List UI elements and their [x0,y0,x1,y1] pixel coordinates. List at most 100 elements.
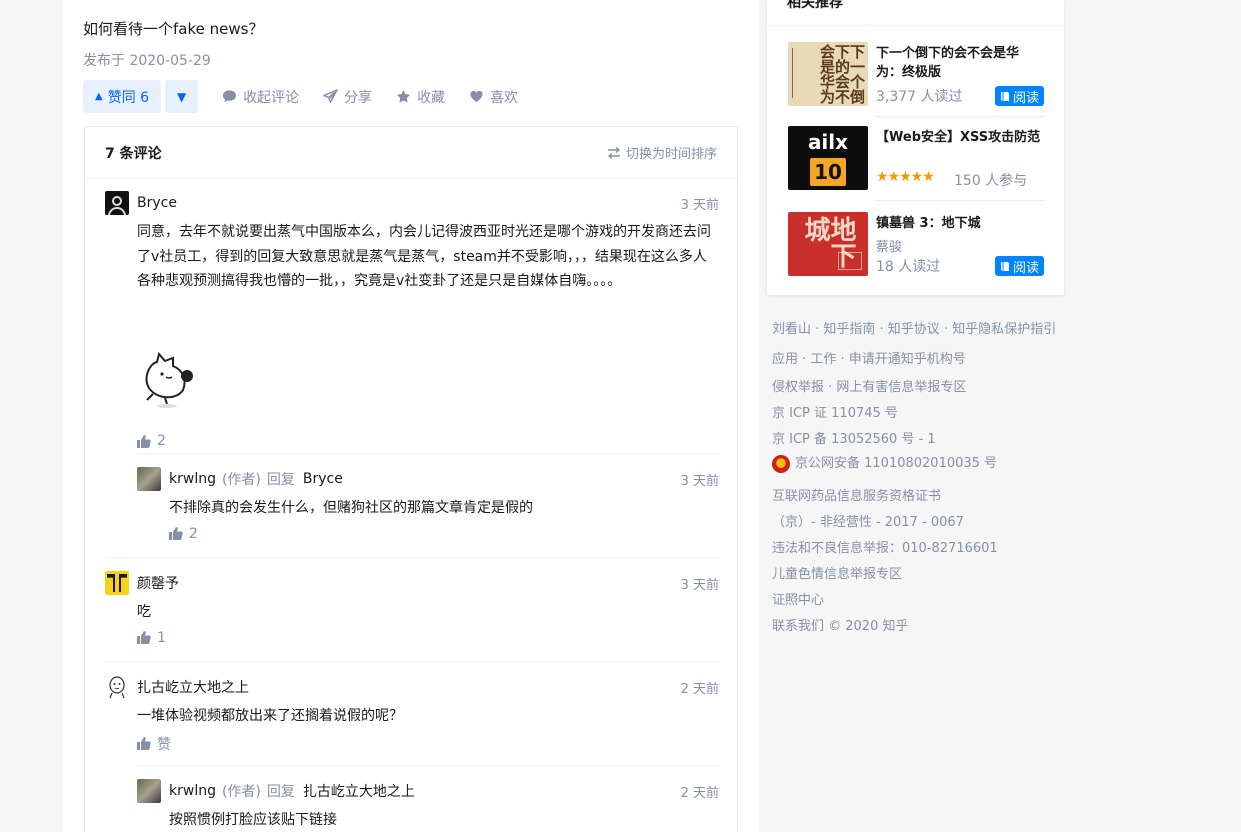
comment-text: 吃 [137,604,151,620]
heart-icon [470,90,483,103]
triangle-down-icon: ▼ [176,89,187,104]
comment-username[interactable]: krwlng [169,783,216,799]
thumbs-up-icon [137,434,151,448]
answer-panel: 如何看待一个fake news？ 发布于 2020-05-29 ▲ 赞同 6 ▼… [63,0,759,832]
cover-text: ailx [807,130,849,154]
read-count: 3,377 人读过 [876,89,963,105]
comment-reply-item: krwlng (作者) 回复 Bryce 3 天前 不排除真的会发生什么，但赌狗… [137,466,719,542]
read-button[interactable]: 阅读 [994,256,1044,276]
thumbs-up-icon [137,631,151,644]
footer-link-row[interactable]: 应用 · 工作 · 申请开通知乎机构号 [772,348,1072,367]
author-tag: (作者) [221,472,261,488]
recommendation-title[interactable]: 【Web安全】XSS攻击防范 [876,128,1044,147]
avatar[interactable] [105,675,129,699]
comment-reply-item: krwlng (作者) 回复 扎古屹立大地之上 2 天前 按照惯例打脸应该贴下链… [137,778,719,832]
like-count: 2 [157,433,166,449]
author-tag: (作者) [221,784,261,800]
publish-date: 发布于 2020-05-29 [83,53,211,69]
comment-username[interactable]: 扎古屹立大地之上 [137,677,249,697]
recommendation-item[interactable]: 地下城 镇墓兽 3：地下城 蔡骏 18 人读过 阅读 [788,212,1044,276]
thumbs-up-icon [137,737,151,750]
comment-text: 不排除真的会发生什么，但赌狗社区的那篇文章肯定是假的 [169,500,533,516]
swap-icon [607,146,621,159]
comment-like-button[interactable]: 1 [137,630,719,646]
comment-username[interactable]: Bryce [137,195,177,211]
downvote-button[interactable]: ▼ [165,80,199,113]
reply-to-user[interactable]: 扎古屹立大地之上 [303,781,415,801]
comment-time: 3 天前 [680,577,719,593]
comment-like-button[interactable]: 2 [169,526,719,542]
read-button-label: 阅读 [1012,260,1039,276]
book-icon [1000,261,1009,271]
favorite-button[interactable]: 收藏 [396,87,445,107]
footer-link[interactable]: 京 ICP 备 13052560 号 - 1 [772,428,1072,447]
avatar[interactable] [105,571,129,595]
sidebar-title: 相关推荐 [787,0,843,11]
comment-time: 3 天前 [680,197,719,213]
footer-text: 违法和不良信息举报：010-82716601 [772,541,998,556]
like-count: 2 [189,525,198,542]
comment-text: 一堆体验视频都放出来了还搁着说假的呢？ [137,708,403,724]
sort-toggle-button[interactable]: 切换为时间排序 [607,143,717,162]
footer-link[interactable]: 儿童色情信息举报专区 [772,563,1072,582]
recommendation-title[interactable]: 下一个倒下的会不会是华为：终极版 [876,44,1044,82]
comment-item: Bryce 3 天前 同意，去年不就说要出蒸气中国版本么，内会儿记得波西亚时光还… [105,190,719,449]
reply-keyword: 回复 [266,472,295,488]
comment-icon [223,90,237,103]
share-button[interactable]: 分享 [323,87,372,107]
comment-username[interactable]: 颜罄予 [137,573,179,593]
comment-text: 按照惯例打脸应该贴下链接 [169,812,337,828]
footer-link-row[interactable]: 侵权举报 · 网上有害信息举报专区 [772,376,1072,395]
comment-like-button[interactable]: 2 [137,433,166,449]
comment-time: 3 天前 [680,473,719,489]
comments-header: 7 条评论 切换为时间排序 [85,127,737,179]
comment-time: 2 天前 [680,785,719,801]
related-recommendations-card: 相关推荐 下一个倒下的会不会是华为 下一个倒下的会不会是华为：终极版 3,377… [767,0,1064,295]
like-button[interactable]: 喜欢 [469,87,518,107]
footer-police-label: 京公网安备 11010802010035 号 [795,456,998,471]
participant-count: 150 人参与 [954,173,1028,189]
avatar[interactable] [137,779,161,803]
recommendation-item[interactable]: ailx 10 【Web安全】XSS攻击防范 ★★★★★ 150 人参与 [788,126,1044,190]
like-count: 1 [157,629,166,646]
cat-sticker-image [145,351,193,408]
comment-item: 扎古屹立大地之上 2 天前 一堆体验视频都放出来了还搁着说假的呢？ 赞 [105,674,719,754]
read-button[interactable]: 阅读 [994,86,1044,106]
comment-item: 颜罄予 3 天前 吃 1 [105,570,719,646]
favorite-label: 收藏 [417,89,446,106]
comment-text: 同意，去年不就说要出蒸气中国版本么，内会儿记得波西亚时光还是哪个游戏的开发商还去… [137,224,711,289]
footer-link[interactable]: 京 ICP 证 110745 号 [772,402,1072,421]
police-badge-icon [772,454,790,473]
comments-count: 7 条评论 [105,145,162,162]
avatar[interactable] [105,191,129,215]
action-bar: ▲ 赞同 6 ▼ 收起评论 分享 收藏 喜欢 [83,80,518,113]
upvote-button[interactable]: ▲ 赞同 6 [83,80,162,113]
rating-stars: ★★★★★ [876,169,935,185]
read-count: 18 人读过 [876,259,941,275]
question-title[interactable]: 如何看待一个fake news？ [83,18,263,39]
collapse-comments-button[interactable]: 收起评论 [222,87,299,107]
footer-link-row[interactable]: 刘看山 · 知乎指南 · 知乎协议 · 知乎隐私保护指引 [772,318,1072,337]
avatar[interactable] [137,467,161,491]
comment-username[interactable]: krwlng [169,471,216,487]
book-cover-image: 下一个倒下的会不会是华为 [788,42,868,106]
read-button-label: 阅读 [1012,90,1039,106]
like-label: 赞 [157,736,171,753]
recommendation-title[interactable]: 镇墓兽 3：地下城 [876,214,1044,233]
footer-link[interactable]: 互联网药品信息服务资格证书 [772,485,1072,504]
course-cover-image: ailx 10 [788,126,868,190]
sort-toggle-label: 切换为时间排序 [625,147,717,162]
upvote-label: 赞同 6 [107,89,150,106]
footer-link[interactable]: 证照中心 [772,589,1072,608]
recommendation-item[interactable]: 下一个倒下的会不会是华为 下一个倒下的会不会是华为：终极版 3,377 人读过 … [788,42,1044,106]
collapse-comments-label: 收起评论 [243,89,300,106]
footer-text: （京）- 非经营性 - 2017 - 0067 [772,515,964,530]
reply-to-user[interactable]: Bryce [303,471,343,487]
cover-badge-text: 10 [810,158,846,186]
footer-link[interactable]: 联系我们 © 2020 知乎 [772,615,1072,634]
comment-like-button[interactable]: 赞 [137,734,719,754]
book-author[interactable]: 蔡骏 [876,236,902,255]
footer-police-link[interactable]: 京公网安备 11010802010035 号 [772,452,1072,473]
cover-text: 下一个倒下的会不会是华为 [818,44,866,104]
paper-plane-icon [323,89,338,103]
